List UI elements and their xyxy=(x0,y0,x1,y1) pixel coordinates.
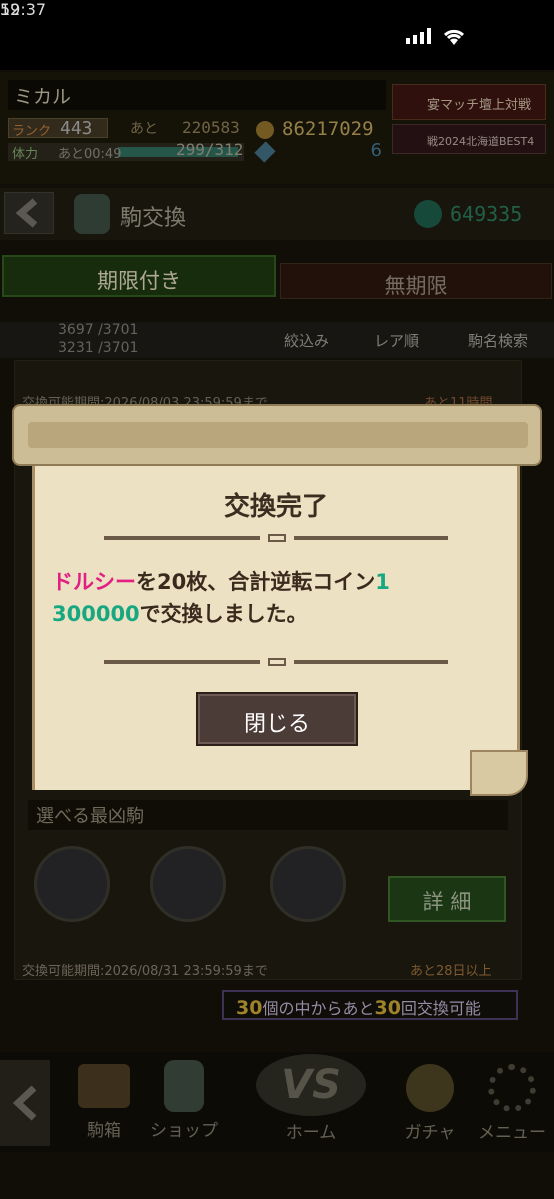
close-button[interactable]: 閉じる xyxy=(196,692,358,746)
battery-indicator: 59 xyxy=(0,0,21,19)
status-bar xyxy=(0,0,554,70)
divider-ornament-top xyxy=(268,534,286,542)
divider-bottom-right xyxy=(294,660,448,664)
divider-ornament-bottom xyxy=(268,658,286,666)
scroll-roll-inner xyxy=(28,422,528,448)
amount-part-2: 300000 xyxy=(52,602,140,626)
divider-bottom-left xyxy=(104,660,260,664)
item-name: ドルシー xyxy=(52,570,136,594)
modal-title: 交換完了 xyxy=(223,492,328,522)
modal-message: ドルシーを20枚、合計逆転コイン1 300000で交換しました。 xyxy=(52,566,492,630)
wifi-icon xyxy=(442,26,466,46)
message-mid: を20枚、合計逆転コイン xyxy=(136,570,376,594)
message-end: で交換しました。 xyxy=(139,602,308,626)
divider-top-right xyxy=(294,536,448,540)
divider-top-left xyxy=(104,536,260,540)
signal-icon xyxy=(406,28,434,44)
scroll-curl xyxy=(470,750,528,796)
amount-part-1: 1 xyxy=(375,570,390,594)
